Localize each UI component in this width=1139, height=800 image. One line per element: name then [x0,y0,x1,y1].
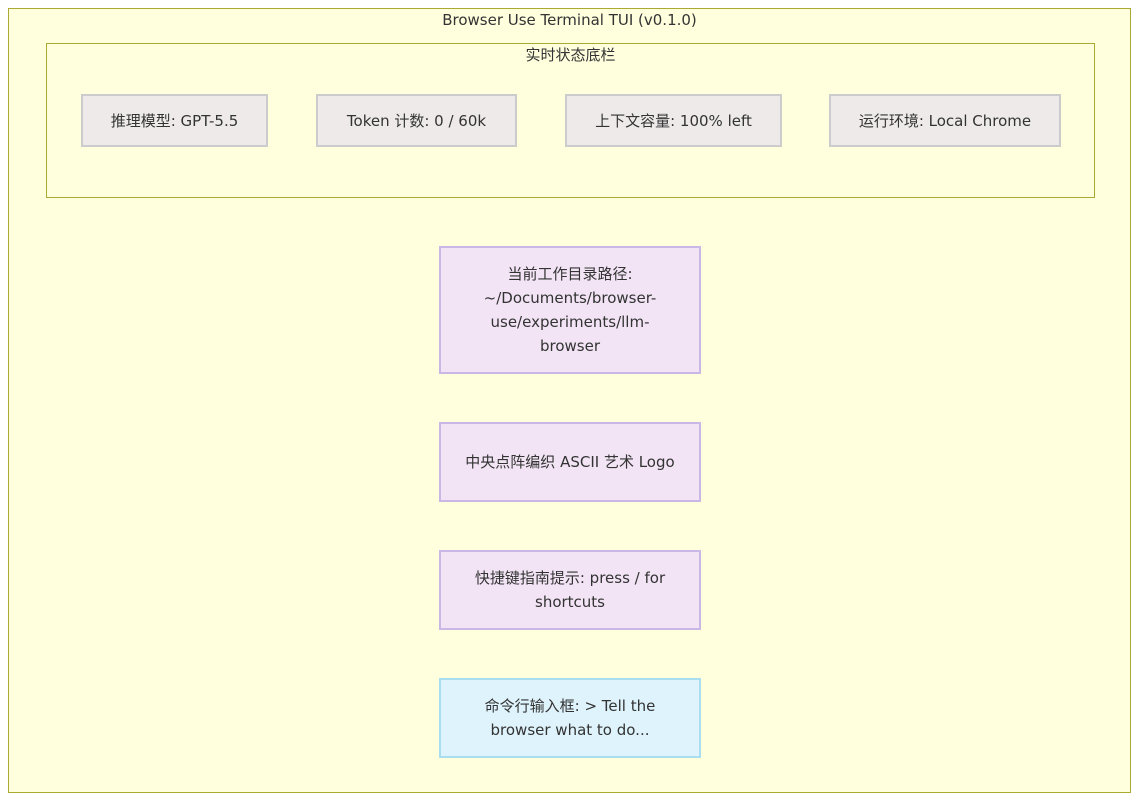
app-frame: Browser Use Terminal TUI (v0.1.0) 实时状态底栏… [8,8,1131,793]
app-title: Browser Use Terminal TUI (v0.1.0) [442,11,697,29]
shortcut-hint-node: 快捷键指南提示: press / for shortcuts [439,550,701,630]
command-input-node[interactable]: 命令行输入框: > Tell the browser what to do... [439,678,701,758]
working-directory-node: 当前工作目录路径: ~/Documents/browser-use/experi… [439,246,701,374]
context-capacity-status: 上下文容量: 100% left [565,94,782,147]
ascii-logo-node: 中央点阵编织 ASCII 艺术 Logo [439,422,701,502]
status-bar-title: 实时状态底栏 [525,46,616,64]
token-count-status: Token 计数: 0 / 60k [316,94,517,147]
model-status: 推理模型: GPT-5.5 [81,94,268,147]
runtime-environment-status: 运行环境: Local Chrome [829,94,1061,147]
status-bar-group: 实时状态底栏 推理模型: GPT-5.5 Token 计数: 0 / 60k 上… [46,43,1095,198]
